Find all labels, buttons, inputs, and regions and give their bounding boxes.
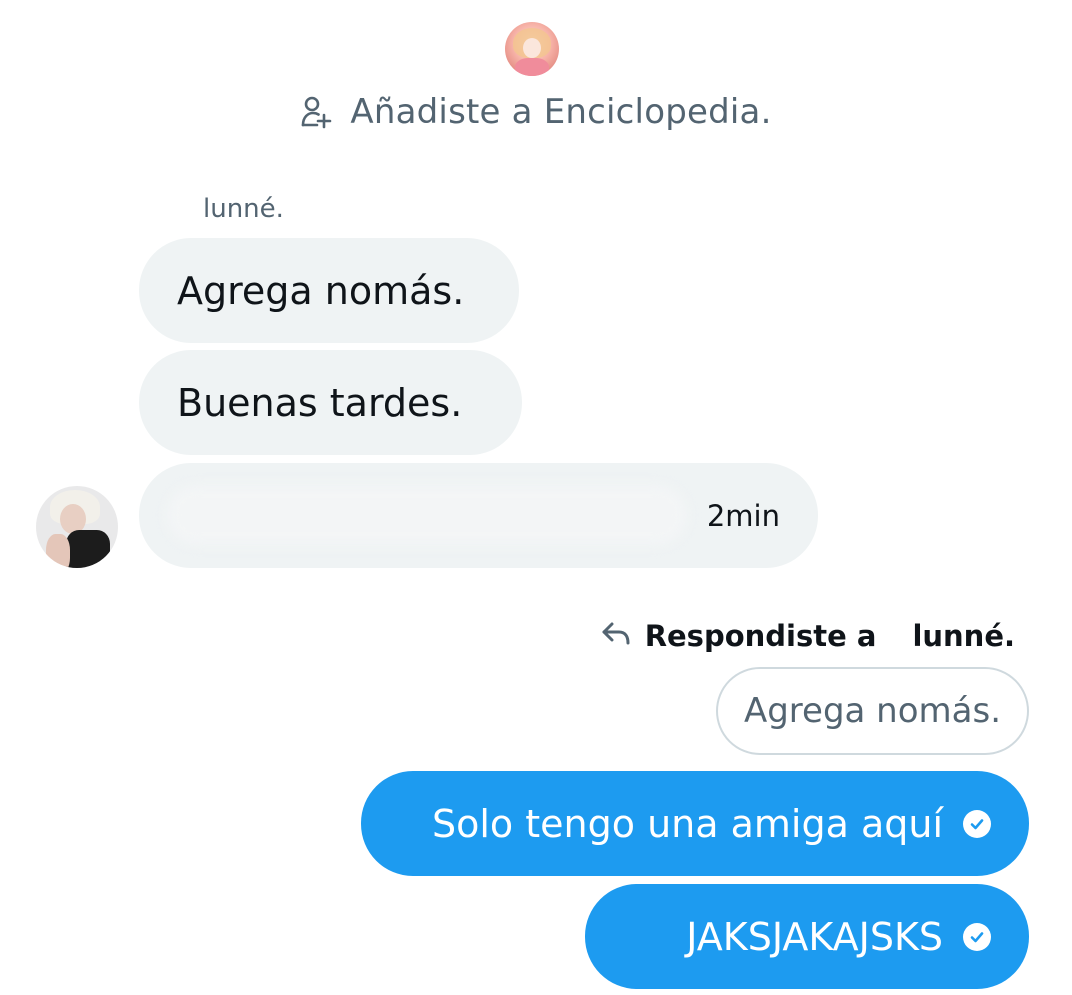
message-timestamp: 2min xyxy=(706,498,780,533)
system-message-text: Añadiste a Enciclopedia. xyxy=(350,92,772,132)
check-circle-icon xyxy=(963,809,991,838)
reply-target-name: lunné. xyxy=(912,619,1015,653)
reply-arrow-icon xyxy=(601,621,631,651)
message-text: JAKSJAKAJSKS xyxy=(686,914,943,959)
system-message: Añadiste a Enciclopedia. xyxy=(0,86,1072,138)
received-message[interactable]: Buenas tardes. xyxy=(139,350,522,455)
redacted-text xyxy=(167,485,687,545)
message-text: Buenas tardes. xyxy=(177,380,463,425)
group-avatar[interactable] xyxy=(505,22,559,76)
check-circle-icon xyxy=(963,922,991,951)
sender-name[interactable]: lunné. xyxy=(203,194,284,224)
sender-avatar[interactable] xyxy=(36,486,118,568)
person-add-icon xyxy=(300,95,332,129)
quoted-message[interactable]: Agrega nomás. xyxy=(716,667,1029,755)
received-message[interactable]: Agrega nomás. xyxy=(139,238,519,343)
sent-message[interactable]: JAKSJAKAJSKS xyxy=(585,884,1029,989)
reply-label: Respondiste a xyxy=(644,619,877,653)
reply-indicator: Respondiste a lunné. xyxy=(601,614,1015,658)
message-text: Agrega nomás. xyxy=(177,268,465,313)
quoted-text: Agrega nomás. xyxy=(743,691,1002,731)
sent-message[interactable]: Solo tengo una amiga aquí xyxy=(361,771,1029,876)
received-message-redacted[interactable]: 2min xyxy=(139,463,818,568)
message-text: Solo tengo una amiga aquí xyxy=(432,801,943,846)
